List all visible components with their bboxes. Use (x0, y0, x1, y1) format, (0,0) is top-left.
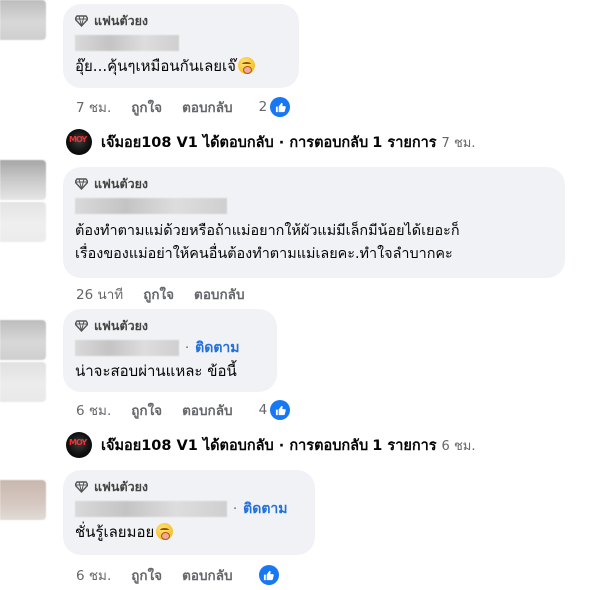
reply-action-text: ได้ตอบกลับ · การตอบกลับ (202, 134, 369, 151)
commenter-avatar[interactable] (0, 480, 46, 520)
reply-time: 7 ชม. (441, 135, 476, 151)
diamond-icon (75, 481, 88, 493)
separator-dot: · (185, 340, 190, 356)
comment-bubble: แฟนตัวยง อุ๊ย...คุ้นๆเหมือนกันเลยเจ๊ (63, 4, 299, 88)
commenter-avatar[interactable] (0, 160, 46, 200)
badge-label: แฟนตัวยง (94, 13, 149, 28)
thumbs-up-icon (258, 565, 279, 585)
like-button[interactable]: ถูกใจ (131, 96, 162, 118)
badge-label: แฟนตัวยง (94, 176, 149, 191)
reaction-count: 2 (258, 99, 268, 115)
avatar-blur-strip (0, 202, 46, 242)
reaction-summary[interactable]: 2 (259, 97, 291, 117)
follow-link[interactable]: ติดตาม (195, 337, 239, 359)
top-fan-badge: แฟนตัวยง (75, 175, 553, 193)
diamond-icon (75, 15, 88, 27)
commenter-avatar[interactable] (0, 0, 46, 40)
reply-time: 6 ชม. (441, 438, 476, 454)
reply-button[interactable]: ตอบกลับ (194, 283, 244, 305)
view-replies-link[interactable]: MOY เจ๊มอย108 V1 ได้ตอบกลับ · การตอบกลับ… (66, 129, 475, 155)
reply-count: 1 รายการ (372, 437, 437, 454)
view-replies-link[interactable]: MOY เจ๊มอย108 V1 ได้ตอบกลับ · การตอบกลับ… (66, 432, 475, 458)
comment-actions: 26 นาที ถูกใจ ตอบกลับ (76, 283, 245, 305)
reaction-count: 4 (258, 402, 268, 418)
comment-bubble: แฟนตัวยง ต้องทำตามแม่ด้วยหรือถ้าแม่อยากใ… (63, 167, 565, 278)
comment-text: ต้องทำตามแม่ด้วยหรือถ้าแม่อยากให้ผัวแม่ม… (75, 220, 553, 266)
comment-actions: 7 ชม. ถูกใจ ตอบกลับ 2 (76, 96, 291, 118)
commenter-name[interactable] (75, 198, 227, 214)
comment-time[interactable]: 26 นาที (76, 283, 123, 305)
comment-bubble: แฟนตัวยง · ติดตาม ชั่นรู้เลยมอย (63, 470, 315, 555)
like-button[interactable]: ถูกใจ (131, 564, 162, 586)
top-fan-badge: แฟนตัวยง (75, 317, 265, 335)
diamond-icon (75, 178, 88, 190)
badge-label: แฟนตัวยง (94, 318, 149, 333)
avatar-blur-strip (0, 362, 46, 402)
comment-actions: 6 ชม. ถูกใจ ตอบกลับ (76, 564, 279, 586)
like-button[interactable]: ถูกใจ (143, 283, 174, 305)
comment-actions: 6 ชม. ถูกใจ ตอบกลับ 4 (76, 399, 291, 421)
comment-line: ต้องทำตามแม่ด้วยหรือถ้าแม่อยากให้ผัวแม่ม… (75, 223, 460, 239)
commenter-avatar[interactable] (0, 320, 46, 360)
reply-button[interactable]: ตอบกลับ (182, 564, 232, 586)
top-fan-badge: แฟนตัวยง (75, 12, 287, 30)
commenter-name[interactable] (75, 501, 227, 517)
comment-bubble: แฟนตัวยง · ติดตาม น่าจะสอบผ่านแหละ ข้อนี… (63, 309, 277, 392)
astonished-face-icon (237, 57, 255, 74)
comment-time[interactable]: 7 ชม. (76, 96, 111, 118)
comment-text: น่าจะสอบผ่านแหละ ข้อนี้ (75, 362, 237, 380)
astonished-face-icon (156, 523, 174, 540)
commenter-name[interactable] (75, 340, 179, 356)
reply-action-text: ได้ตอบกลับ · การตอบกลับ (202, 437, 369, 454)
reply-button[interactable]: ตอบกลับ (182, 96, 232, 118)
comment-time[interactable]: 6 ชม. (76, 399, 111, 421)
like-button[interactable]: ถูกใจ (131, 399, 162, 421)
reaction-summary[interactable]: 4 (259, 400, 291, 420)
comment-text: อุ๊ย...คุ้นๆเหมือนกันเลยเจ๊ (75, 55, 287, 78)
thumbs-up-icon (270, 400, 291, 420)
reaction-summary[interactable] (258, 565, 279, 585)
comment-time[interactable]: 6 ชม. (76, 564, 111, 586)
comment-line: เรื่องของแม่อย่าให้คนอื่นต้องทำตามแม่เลย… (75, 246, 453, 262)
reply-author-name: เจ๊มอย108 V1 (101, 437, 198, 454)
comment-text: ชั่นรู้เลยมอย (75, 521, 303, 544)
reply-button[interactable]: ตอบกลับ (182, 399, 232, 421)
reply-avatar: MOY (66, 432, 92, 458)
badge-label: แฟนตัวยง (94, 479, 149, 494)
top-fan-badge: แฟนตัวยง (75, 478, 303, 496)
commenter-name[interactable] (75, 35, 179, 51)
thumbs-up-icon (270, 97, 291, 117)
separator-dot: · (233, 501, 238, 517)
diamond-icon (75, 320, 88, 332)
follow-link[interactable]: ติดตาม (243, 498, 287, 520)
reply-author-name: เจ๊มอย108 V1 (101, 134, 198, 151)
reply-count: 1 รายการ (372, 134, 437, 151)
reply-avatar: MOY (66, 129, 92, 155)
